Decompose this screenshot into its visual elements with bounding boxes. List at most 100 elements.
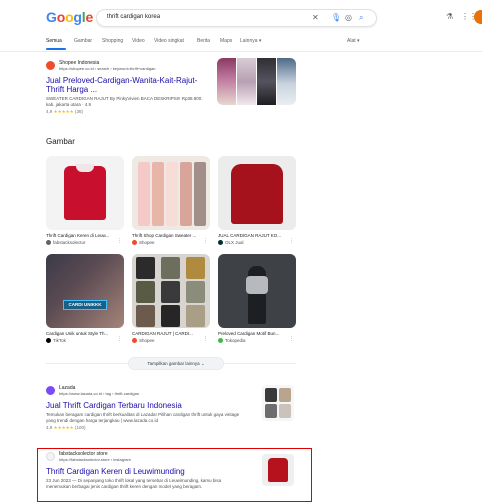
result-rating: 4,9 ★★★★★ (100) bbox=[46, 425, 246, 431]
result-thumbnail[interactable] bbox=[262, 385, 294, 421]
site-favicon-icon bbox=[46, 61, 55, 70]
search-result: Lazada https://www.lazada.co.id › tag › … bbox=[46, 385, 246, 431]
thumbnail-image[interactable] bbox=[237, 58, 256, 105]
cardigan-image bbox=[161, 257, 180, 279]
search-box[interactable]: thrift cardigan korea ✕ 🎙 ◎ ⌕ bbox=[96, 9, 377, 27]
review-count: (38) bbox=[74, 109, 83, 114]
result-site-row[interactable]: Shopee Indonesia https://shopee.co.id › … bbox=[46, 60, 211, 74]
site-favicon-icon bbox=[46, 386, 55, 395]
collar-image bbox=[76, 164, 94, 172]
tab-images[interactable]: Gambar bbox=[74, 38, 92, 44]
outfit-image bbox=[248, 266, 266, 324]
image-caption[interactable]: Cardigan Unik untuk Style Th... bbox=[46, 331, 124, 336]
search-icon[interactable]: ⌕ bbox=[359, 13, 363, 23]
image-card[interactable]: Preloved Cardigan Motif Bun... Tokopedia… bbox=[218, 254, 296, 343]
result-thumbnail[interactable] bbox=[262, 454, 294, 486]
camera-icon[interactable]: ◎ bbox=[345, 13, 352, 23]
show-more-images-button[interactable]: Tampilkan gambar lainnya ⌄ bbox=[128, 357, 224, 370]
tab-more[interactable]: Lainnya ▾ bbox=[240, 38, 261, 44]
review-count: (100) bbox=[74, 425, 86, 430]
tab-videos[interactable]: Video bbox=[132, 38, 145, 44]
source-favicon-icon bbox=[46, 240, 51, 245]
avatar[interactable] bbox=[474, 10, 482, 24]
result-title-link[interactable]: Thrift Cardigan Keren di Leuwimunding bbox=[46, 467, 246, 476]
more-options-icon[interactable]: ⋮ bbox=[117, 238, 122, 244]
image-thumbnail[interactable] bbox=[218, 254, 296, 328]
tab-short-videos[interactable]: Video singkat bbox=[154, 38, 184, 44]
search-input[interactable]: thrift cardigan korea bbox=[107, 14, 160, 20]
result-site-row[interactable]: fabstacksolector store https://fabstacks… bbox=[46, 451, 246, 465]
active-tab-indicator bbox=[46, 48, 66, 50]
result-url: https://shopee.co.id › search › keyword=… bbox=[59, 66, 156, 71]
more-options-icon[interactable]: ⋮ bbox=[203, 336, 208, 342]
cardigan-image bbox=[161, 305, 180, 327]
image-thumbnail[interactable] bbox=[46, 156, 124, 230]
more-options-icon[interactable]: ⋮ bbox=[117, 336, 122, 342]
close-icon[interactable]: ✕ bbox=[312, 13, 319, 23]
image-caption[interactable]: Preloved Cardigan Motif Bun... bbox=[218, 331, 296, 336]
image-caption[interactable]: Thrift Cardigan Keren di Leuw... bbox=[46, 233, 124, 238]
result-title-link[interactable]: Jual Preloved-Cardigan-Wanita-Kait-Rajut… bbox=[46, 76, 211, 94]
source-favicon-icon bbox=[132, 338, 137, 343]
image-source: Shopee bbox=[132, 338, 210, 343]
image-card[interactable]: CARDI UNIKKK Cardigan Unik untuk Style T… bbox=[46, 254, 124, 343]
image-source: TikTok bbox=[46, 338, 124, 343]
cardigan-image bbox=[138, 162, 150, 226]
more-options-icon[interactable]: ⋮ bbox=[289, 336, 294, 342]
source-name: OLX Jual bbox=[225, 240, 244, 245]
cardigan-image bbox=[136, 257, 155, 279]
sweater-image bbox=[231, 164, 283, 224]
image-thumbnail[interactable] bbox=[132, 254, 210, 328]
image-thumbnail[interactable]: CARDI UNIKKK bbox=[46, 254, 124, 328]
cardigan-image bbox=[265, 404, 277, 418]
mic-icon[interactable]: 🎙 bbox=[331, 13, 341, 23]
source-favicon-icon bbox=[218, 240, 223, 245]
result-site-row[interactable]: Lazada https://www.lazada.co.id › tag › … bbox=[46, 385, 246, 399]
image-card[interactable]: Thrift Shop Cardigan Sweater ... Shopee … bbox=[132, 156, 210, 245]
search-tabs: Semua Gambar Shopping Video Video singka… bbox=[46, 38, 386, 50]
star-rating-icon: ★★★★★ bbox=[53, 109, 74, 114]
result-thumbnails[interactable] bbox=[217, 58, 296, 105]
image-card[interactable]: JUAL CARDIGAN RAJUT KO... OLX Jual ⋮ bbox=[218, 156, 296, 245]
image-thumbnail[interactable] bbox=[218, 156, 296, 230]
tab-news[interactable]: Berita bbox=[197, 38, 210, 44]
result-snippet: Temukan beragam cardigan thrift berkuali… bbox=[46, 412, 240, 423]
source-name: TikTok bbox=[53, 338, 66, 343]
search-result: fabstacksolector store https://fabstacks… bbox=[46, 451, 246, 490]
source-name: Shopee bbox=[139, 240, 155, 245]
tab-all[interactable]: Semua bbox=[46, 38, 62, 44]
cardigan-image bbox=[265, 388, 277, 402]
image-caption[interactable]: CARDIGAN RAJUT | CARDI... bbox=[132, 331, 210, 336]
source-name: Tokopedia bbox=[225, 338, 246, 343]
tab-shopping[interactable]: Shopping bbox=[102, 38, 123, 44]
source-favicon-icon bbox=[218, 338, 223, 343]
image-source: Tokopedia bbox=[218, 338, 296, 343]
image-caption[interactable]: JUAL CARDIGAN RAJUT KO... bbox=[218, 233, 296, 238]
result-title-link[interactable]: Jual Thrift Cardigan Terbaru Indonesia bbox=[46, 401, 246, 410]
thumbnail-image[interactable] bbox=[217, 58, 236, 105]
image-card[interactable]: CARDIGAN RAJUT | CARDI... Shopee ⋮ bbox=[132, 254, 210, 343]
google-logo[interactable]: Google bbox=[46, 9, 93, 25]
image-banner-text: CARDI UNIKKK bbox=[63, 300, 107, 310]
result-url: https://fabstacksolector.store › instagr… bbox=[59, 457, 131, 462]
cardigan-image bbox=[279, 388, 291, 402]
cardigan-image bbox=[136, 305, 155, 327]
image-thumbnail[interactable] bbox=[132, 156, 210, 230]
more-options-icon[interactable]: ⋮ bbox=[289, 238, 294, 244]
cardigan-image bbox=[152, 162, 164, 226]
tools-button[interactable]: Alat ▾ bbox=[347, 38, 360, 44]
image-source: Shopee bbox=[132, 240, 210, 245]
cardigan-image bbox=[194, 162, 206, 226]
result-snippet: 23 Jun 2023 — Di sepanjang toko thrift l… bbox=[46, 478, 222, 489]
thumbnail-image[interactable] bbox=[257, 58, 276, 105]
image-caption[interactable]: Thrift Shop Cardigan Sweater ... bbox=[132, 233, 210, 238]
source-name: fabstacksolector bbox=[53, 240, 86, 245]
images-heading: Gambar bbox=[46, 137, 75, 146]
image-card[interactable]: Thrift Cardigan Keren di Leuw... fabstac… bbox=[46, 156, 124, 245]
outfit-image bbox=[246, 276, 268, 294]
image-source: fabstacksolector bbox=[46, 240, 124, 245]
thumbnail-image[interactable] bbox=[277, 58, 296, 105]
tab-maps[interactable]: Maps bbox=[220, 38, 232, 44]
more-options-icon[interactable]: ⋮ bbox=[203, 238, 208, 244]
flask-icon[interactable]: ⚗ bbox=[446, 12, 453, 21]
